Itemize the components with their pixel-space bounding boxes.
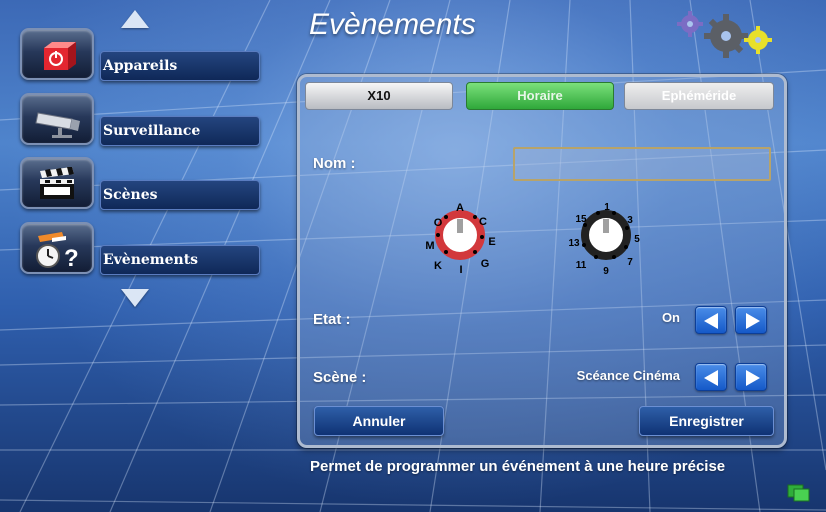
scene-label: Scène : xyxy=(313,369,367,386)
power-box-icon xyxy=(20,28,94,80)
sidebar-item-scenes[interactable]: Scènes xyxy=(20,157,260,211)
scene-previous-button[interactable] xyxy=(695,363,727,391)
etat-previous-button[interactable] xyxy=(695,306,727,334)
arrow-right-icon xyxy=(746,313,760,329)
etat-next-button[interactable] xyxy=(735,306,767,334)
event-form-panel xyxy=(297,74,787,448)
etat-label: Etat : xyxy=(313,311,351,328)
sidebar-item-surveillance[interactable]: Surveillance xyxy=(20,93,260,147)
arrow-left-icon xyxy=(704,370,718,386)
dial-label-o: O xyxy=(434,217,443,229)
nom-label: Nom : xyxy=(313,155,356,172)
dial-label-5: 5 xyxy=(634,234,640,245)
scroll-up-arrow-icon[interactable] xyxy=(121,10,149,28)
sidebar-item-evenements[interactable]: ? Evènements xyxy=(20,222,260,276)
svg-text:?: ? xyxy=(64,245,79,272)
tab-ephemeride[interactable]: Ephéméride xyxy=(624,82,774,110)
dial-label-3: 3 xyxy=(627,215,633,226)
dial-label-13: 13 xyxy=(568,238,580,249)
letter-code-dial[interactable]: A C E G I K M O xyxy=(420,195,500,275)
dial-label-k: K xyxy=(434,260,442,272)
sidebar-item-label: Scènes xyxy=(100,180,260,210)
number-code-dial[interactable]: 1 3 5 7 9 11 13 15 xyxy=(566,195,646,275)
dial-label-11: 11 xyxy=(576,260,587,271)
clapperboard-icon xyxy=(20,157,94,209)
camera-icon xyxy=(20,93,94,145)
nom-input[interactable] xyxy=(513,147,771,181)
arrow-left-icon xyxy=(704,313,718,329)
scene-next-button[interactable] xyxy=(735,363,767,391)
page-title: Evènements xyxy=(309,8,476,41)
tab-x10[interactable]: X10 xyxy=(305,82,453,110)
save-button[interactable]: Enregistrer xyxy=(639,406,774,436)
gears-icon xyxy=(677,11,772,58)
tab-horaire[interactable]: Horaire xyxy=(466,82,614,110)
dial-label-m: M xyxy=(425,240,434,252)
windows-icon[interactable] xyxy=(787,484,811,502)
dial-label-7: 7 xyxy=(627,257,633,268)
sidebar-item-appareils[interactable]: Appareils xyxy=(20,28,260,82)
sidebar-item-label: Evènements xyxy=(100,245,260,275)
scene-value: Scéance Cinéma xyxy=(576,368,680,383)
etat-value: On xyxy=(661,310,680,325)
dial-label-e: E xyxy=(488,236,495,248)
sidebar-item-label: Surveillance xyxy=(100,116,260,146)
dial-label-1: 1 xyxy=(604,202,610,213)
dial-label-15: 15 xyxy=(575,214,587,225)
dial-label-g: G xyxy=(481,258,490,270)
dial-label-i: I xyxy=(459,264,462,275)
cancel-button[interactable]: Annuler xyxy=(314,406,444,436)
dial-label-9: 9 xyxy=(603,266,609,275)
alarm-clock-question-icon: ? xyxy=(20,222,94,274)
hint-text: Permet de programmer un événement à une … xyxy=(310,458,726,475)
dial-label-c: C xyxy=(479,216,487,228)
dial-label-a: A xyxy=(456,202,464,214)
scroll-down-arrow-icon[interactable] xyxy=(121,289,149,307)
sidebar-item-label: Appareils xyxy=(100,51,260,81)
arrow-right-icon xyxy=(746,370,760,386)
